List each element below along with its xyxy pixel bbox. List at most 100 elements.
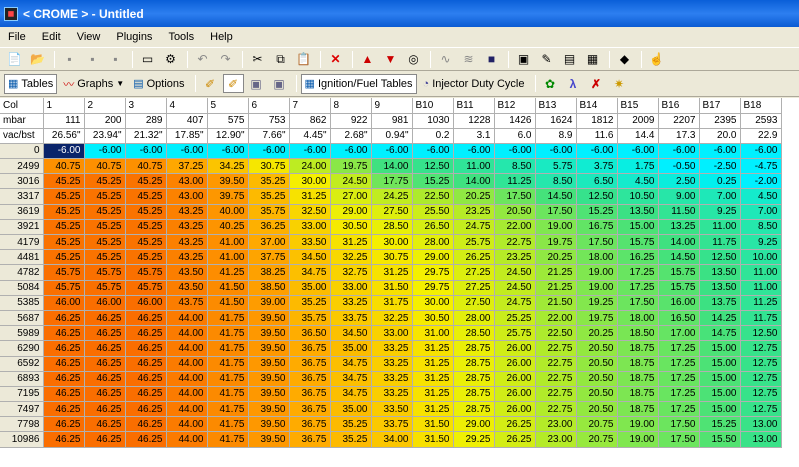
redo-icon[interactable]: ↷ bbox=[215, 50, 236, 69]
table-cell[interactable]: 22.00 bbox=[535, 310, 577, 327]
table-cell[interactable]: 13.25 bbox=[658, 219, 700, 236]
table-cell[interactable]: 6.50 bbox=[576, 173, 618, 190]
table-cell[interactable]: 15.50 bbox=[699, 431, 741, 448]
table-cell[interactable]: 20.50 bbox=[494, 204, 536, 220]
table-cell[interactable]: 36.75 bbox=[289, 371, 331, 387]
table-cell[interactable]: 24.50 bbox=[494, 280, 536, 296]
table-cell[interactable]: -6.00 bbox=[740, 143, 782, 160]
table-cell[interactable]: 43.00 bbox=[166, 173, 208, 190]
table-cell[interactable]: -6.00 bbox=[330, 143, 372, 160]
table-cell[interactable]: 28.75 bbox=[453, 371, 495, 387]
table-cell[interactable]: 46.25 bbox=[43, 325, 85, 342]
table-cell[interactable]: 20.50 bbox=[576, 401, 618, 418]
table-cell[interactable]: 13.50 bbox=[699, 280, 741, 296]
table-cell[interactable]: 37.25 bbox=[166, 158, 208, 175]
table-cell[interactable]: 41.50 bbox=[207, 280, 249, 296]
table-cell[interactable]: 45.25 bbox=[84, 204, 126, 220]
table-cell[interactable]: -6.00 bbox=[412, 143, 454, 160]
table-cell[interactable]: 17.00 bbox=[658, 325, 700, 342]
table-cell[interactable]: 45.75 bbox=[125, 280, 167, 296]
table-cell[interactable]: 41.50 bbox=[207, 295, 249, 311]
table-cell[interactable]: 20.50 bbox=[576, 371, 618, 387]
table-cell[interactable]: 27.50 bbox=[371, 204, 413, 220]
table-cell[interactable]: 24.00 bbox=[289, 158, 331, 175]
table-cell[interactable]: 44.00 bbox=[166, 386, 208, 403]
table-cell[interactable]: -6.00 bbox=[43, 143, 85, 160]
table-cell[interactable]: -2.00 bbox=[740, 173, 782, 190]
table-cell[interactable]: 18.00 bbox=[617, 310, 659, 327]
table-cell[interactable]: 28.50 bbox=[453, 325, 495, 342]
settings-icon[interactable]: ⚙ bbox=[160, 50, 181, 69]
table-cell[interactable]: 46.25 bbox=[84, 310, 126, 327]
table-cell[interactable]: 39.50 bbox=[248, 325, 290, 342]
table-cell[interactable]: 26.00 bbox=[494, 386, 536, 403]
table-cell[interactable]: 0.25 bbox=[699, 173, 741, 190]
table-cell[interactable]: 32.50 bbox=[289, 204, 331, 220]
compare-icon[interactable]: ▤ bbox=[559, 50, 580, 69]
table-cell[interactable]: -6.00 bbox=[494, 143, 536, 160]
table-cell[interactable]: 4.50 bbox=[740, 188, 782, 205]
table-cell[interactable]: 46.25 bbox=[43, 431, 85, 448]
save-all-icon[interactable]: ▪ bbox=[105, 50, 126, 69]
table-cell[interactable]: 15.25 bbox=[699, 416, 741, 433]
table-cell[interactable]: 11.50 bbox=[658, 204, 700, 220]
table-cell[interactable]: 46.25 bbox=[84, 325, 126, 342]
table-cell[interactable]: 34.75 bbox=[330, 371, 372, 387]
table-cell[interactable]: 14.50 bbox=[658, 249, 700, 266]
info-icon[interactable]: ☝ bbox=[646, 50, 667, 69]
table-cell[interactable]: 24.50 bbox=[330, 173, 372, 190]
table-cell[interactable]: 20.25 bbox=[535, 249, 577, 266]
table-cell[interactable]: 41.75 bbox=[207, 310, 249, 327]
table-cell[interactable]: 27.25 bbox=[453, 280, 495, 296]
table-cell[interactable]: 41.75 bbox=[207, 401, 249, 418]
table-cell[interactable]: 25.75 bbox=[453, 234, 495, 251]
table-cell[interactable]: 39.50 bbox=[248, 401, 290, 418]
table-cell[interactable]: 46.00 bbox=[125, 295, 167, 311]
monitor-icon[interactable]: ▭ bbox=[137, 50, 158, 69]
open-folder-icon[interactable]: 📂 bbox=[27, 50, 48, 69]
table-cell[interactable]: 26.00 bbox=[494, 401, 536, 418]
table-cell[interactable]: 20.50 bbox=[576, 386, 618, 403]
graphs-button[interactable]: 〰 Graphs ▼ bbox=[60, 74, 127, 94]
table-cell[interactable]: 31.25 bbox=[412, 401, 454, 418]
table-cell[interactable]: 26.00 bbox=[494, 340, 536, 357]
table-cell[interactable]: 25.50 bbox=[412, 204, 454, 220]
table-cell[interactable]: 46.25 bbox=[43, 416, 85, 433]
table-cell[interactable]: 15.00 bbox=[699, 401, 741, 418]
table-cell[interactable]: 36.75 bbox=[289, 416, 331, 433]
table-cell[interactable]: 45.25 bbox=[84, 188, 126, 205]
table-cell[interactable]: 33.00 bbox=[289, 219, 331, 236]
table-cell[interactable]: 29.00 bbox=[453, 416, 495, 433]
table-cell[interactable]: 26.25 bbox=[494, 431, 536, 448]
table-cell[interactable]: -6.00 bbox=[617, 143, 659, 160]
table-cell[interactable]: 36.75 bbox=[289, 386, 331, 403]
eraser-icon[interactable]: ◆ bbox=[614, 50, 635, 69]
table-cell[interactable]: 14.50 bbox=[535, 188, 577, 205]
table-cell[interactable]: 46.25 bbox=[43, 371, 85, 387]
table-grid[interactable]: Col 1 2 3 4 5 6 7 8 9 B10 B11 B12 B13 B14 B15 B16 B17 B18 m… bbox=[0, 98, 799, 467]
table-cell[interactable]: 26.25 bbox=[494, 416, 536, 433]
table-cell[interactable]: 33.25 bbox=[371, 356, 413, 372]
write-chip-icon[interactable]: ✎ bbox=[536, 50, 557, 69]
table-cell[interactable]: 18.50 bbox=[617, 325, 659, 342]
table-cell[interactable]: 11.00 bbox=[453, 158, 495, 175]
table-cell[interactable]: 12.75 bbox=[740, 401, 782, 418]
table-cell[interactable]: 32.25 bbox=[371, 310, 413, 327]
save-as-icon[interactable]: ▪ bbox=[82, 50, 103, 69]
menu-tools[interactable]: Tools bbox=[160, 31, 202, 43]
table-cell[interactable]: 17.50 bbox=[658, 416, 700, 433]
table-cell[interactable]: 39.50 bbox=[248, 310, 290, 327]
table-cell[interactable]: 45.25 bbox=[43, 188, 85, 205]
disk-alt-icon[interactable]: ▣ bbox=[269, 74, 290, 93]
table-cell[interactable]: 33.75 bbox=[330, 310, 372, 327]
table-cell[interactable]: 18.75 bbox=[617, 371, 659, 387]
table-cell[interactable]: 11.75 bbox=[699, 234, 741, 251]
table-cell[interactable]: 18.00 bbox=[576, 249, 618, 266]
table-cell[interactable]: 13.00 bbox=[740, 431, 782, 448]
table-cell[interactable]: 11.00 bbox=[740, 264, 782, 281]
table-cell[interactable]: 14.00 bbox=[371, 158, 413, 175]
table-cell[interactable]: 12.50 bbox=[576, 188, 618, 205]
table-cell[interactable]: 45.75 bbox=[43, 280, 85, 296]
table-cell[interactable]: 24.75 bbox=[494, 295, 536, 311]
table-cell[interactable]: 19.25 bbox=[576, 295, 618, 311]
